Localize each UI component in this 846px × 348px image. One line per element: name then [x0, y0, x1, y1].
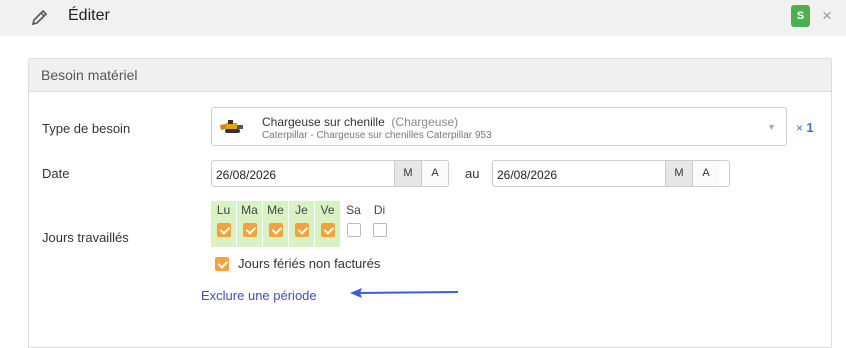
weekday-ma: Ma — [237, 201, 262, 247]
weekday-label: Ma — [241, 203, 258, 217]
weekday-label: Je — [295, 203, 308, 217]
exclude-period-link[interactable]: Exclure une période — [201, 288, 317, 303]
type-besoin-description: Caterpillar - Chargeuse sur chenilles Ca… — [262, 130, 492, 141]
besoin-materiel-panel: Besoin matériel — [28, 58, 832, 348]
weekday-di: Di — [367, 201, 392, 247]
date-label: Date — [42, 166, 70, 181]
weekday-checkbox[interactable] — [321, 223, 335, 237]
weekday-checkbox[interactable] — [373, 223, 387, 237]
arrow-left-icon — [350, 288, 459, 298]
weekday-checkbox[interactable] — [269, 223, 283, 237]
date-from-value: 26/08/2026 — [216, 168, 277, 182]
type-besoin-label: Type de besoin — [42, 121, 131, 136]
type-besoin-name-line: Chargeuse sur chenille (Chargeuse) — [262, 115, 458, 129]
chevron-down-icon[interactable]: ▼ — [767, 122, 776, 132]
type-besoin-category: (Chargeuse) — [391, 115, 459, 129]
date-from-field[interactable]: 26/08/2026 M A — [211, 160, 449, 187]
panel-title: Besoin matériel — [29, 59, 831, 92]
status-badge[interactable]: S — [791, 5, 810, 27]
weekday-me: Me — [263, 201, 288, 247]
weekday-label: Sa — [346, 203, 361, 217]
crawler-loader-icon — [220, 120, 243, 133]
type-besoin-name: Chargeuse sur chenille — [262, 115, 385, 129]
weekday-label: Di — [373, 203, 386, 217]
date-to-a-button[interactable]: A — [692, 161, 719, 186]
quantity-multiplier[interactable]: × 1 — [796, 120, 814, 135]
weekday-checkbox[interactable] — [347, 223, 361, 237]
holidays-checkbox[interactable] — [215, 257, 229, 271]
weekday-je: Je — [289, 201, 314, 247]
weekday-lu: Lu — [211, 201, 236, 247]
jours-travailles-label: Jours travaillés — [42, 230, 129, 245]
weekday-sa: Sa — [341, 201, 366, 247]
weekday-label: Ve — [320, 203, 335, 217]
date-to-value: 26/08/2026 — [497, 168, 558, 182]
close-icon[interactable]: × — [822, 6, 832, 26]
date-to-m-button[interactable]: M — [665, 161, 692, 186]
weekday-label: Lu — [216, 203, 231, 217]
weekday-checkbox[interactable] — [217, 223, 231, 237]
date-from-a-button[interactable]: A — [421, 161, 448, 186]
holidays-label: Jours fériés non facturés — [238, 256, 381, 271]
weekday-checkbox[interactable] — [295, 223, 309, 237]
dialog-title: Éditer — [68, 7, 110, 24]
weekday-checkbox[interactable] — [243, 223, 257, 237]
weekday-ve: Ve — [315, 201, 340, 247]
date-separator: au — [465, 166, 480, 181]
date-from-m-button[interactable]: M — [394, 161, 421, 186]
pencil-icon — [31, 9, 48, 26]
dialog-header: Éditer S × — [0, 0, 846, 36]
type-besoin-select[interactable]: Chargeuse sur chenille (Chargeuse) Cater… — [211, 107, 787, 146]
quantity-prefix: × — [796, 121, 804, 135]
weekday-label: Me — [267, 203, 284, 217]
quantity-value: 1 — [806, 120, 814, 135]
date-to-field[interactable]: 26/08/2026 M A — [492, 160, 730, 187]
